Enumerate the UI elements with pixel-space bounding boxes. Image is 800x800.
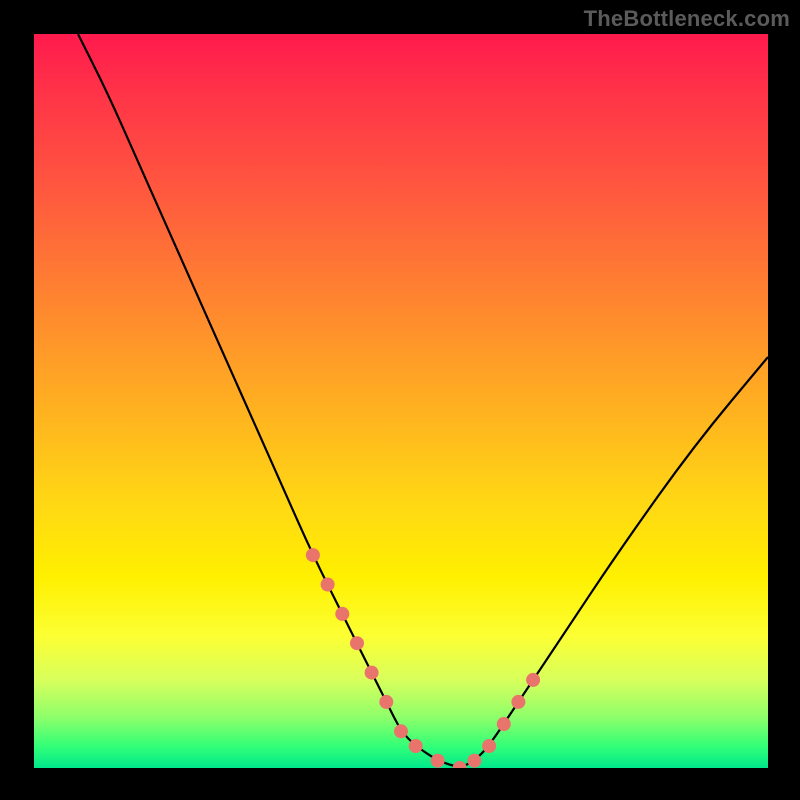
highlight-dot: [482, 739, 496, 753]
highlight-dot: [335, 607, 349, 621]
curve-layer: [34, 34, 768, 768]
highlight-dot: [365, 666, 379, 680]
plot-area: [34, 34, 768, 768]
bottleneck-curve: [78, 34, 768, 766]
highlight-dot: [409, 739, 423, 753]
highlight-dot: [431, 754, 445, 768]
highlight-dot: [379, 695, 393, 709]
bottleneck-curve-path: [78, 34, 768, 766]
highlight-dot: [350, 636, 364, 650]
highlight-dot: [497, 717, 511, 731]
chart-frame: TheBottleneck.com: [0, 0, 800, 800]
highlight-dot: [306, 548, 320, 562]
highlight-dot: [321, 578, 335, 592]
highlight-dot: [394, 724, 408, 738]
highlight-dots: [306, 548, 540, 768]
highlight-dot: [526, 673, 540, 687]
highlight-dot: [453, 761, 467, 768]
highlight-dot: [467, 754, 481, 768]
watermark-text: TheBottleneck.com: [584, 6, 790, 32]
highlight-dot: [511, 695, 525, 709]
